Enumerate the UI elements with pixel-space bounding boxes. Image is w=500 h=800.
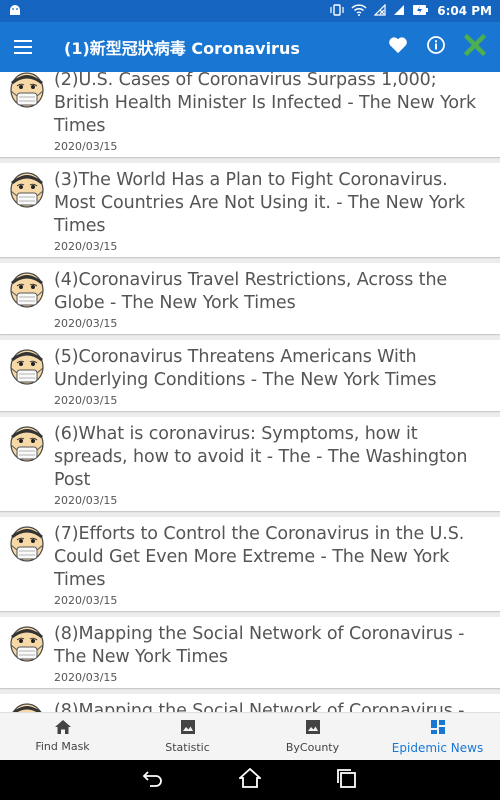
- dashboard-icon: [430, 719, 446, 738]
- info-icon[interactable]: [426, 35, 446, 59]
- news-list[interactable]: (2)U.S. Cases of Coronavirus Surpass 1,0…: [0, 72, 500, 712]
- system-navigation-bar: [0, 760, 500, 800]
- masked-face-icon: [0, 169, 54, 253]
- menu-icon[interactable]: [14, 32, 44, 62]
- news-title[interactable]: (4)Coronavirus Travel Restrictions, Acro…: [54, 269, 492, 315]
- android-icon: [8, 4, 22, 19]
- news-date: 2020/03/15: [54, 394, 118, 407]
- news-item[interactable]: (4)Coronavirus Travel Restrictions, Acro…: [0, 263, 500, 334]
- news-title[interactable]: (8)Mapping the Social Network of Coronav…: [54, 700, 492, 712]
- image-icon: [180, 719, 196, 738]
- news-title[interactable]: (3)The World Has a Plan to Fight Coronav…: [54, 169, 492, 238]
- news-item[interactable]: (5)Coronavirus Threatens Americans With …: [0, 340, 500, 411]
- battery-charging-icon: [412, 4, 429, 19]
- news-title[interactable]: (5)Coronavirus Threatens Americans With …: [54, 346, 492, 392]
- image-icon: [305, 719, 321, 738]
- news-item[interactable]: (2)U.S. Cases of Coronavirus Surpass 1,0…: [0, 72, 500, 157]
- masked-face-icon: [0, 623, 54, 684]
- masked-face-icon: [0, 423, 54, 507]
- vibrate-icon: [330, 3, 344, 19]
- nav-bycounty[interactable]: ByCounty: [250, 713, 375, 760]
- masked-face-icon: [0, 523, 54, 607]
- heart-icon[interactable]: [388, 36, 408, 58]
- masked-face-icon: [0, 72, 54, 153]
- nav-label: ByCounty: [285, 741, 340, 754]
- back-icon[interactable]: [142, 769, 164, 791]
- masked-face-icon: [0, 700, 54, 712]
- news-item[interactable]: (8)Mapping the Social Network of Coronav…: [0, 694, 500, 712]
- page-title: (1)新型冠狀病毒 Coronavirus: [64, 39, 300, 58]
- news-title[interactable]: (6)What is coronavirus: Symptoms, how it…: [54, 423, 492, 492]
- nav-label: Epidemic News: [391, 740, 484, 755]
- news-date: 2020/03/15: [54, 594, 118, 607]
- news-title[interactable]: (8)Mapping the Social Network of Coronav…: [54, 623, 492, 669]
- home-icon: [54, 720, 71, 737]
- nav-label: Statistic: [165, 741, 210, 754]
- news-date: 2020/03/15: [54, 140, 118, 153]
- signal-off-icon: [373, 3, 386, 19]
- wifi-icon: [351, 3, 367, 19]
- news-date: 2020/03/15: [54, 240, 118, 253]
- recent-apps-icon[interactable]: [336, 768, 358, 792]
- nav-epidemic-news[interactable]: Epidemic News: [375, 713, 500, 760]
- nav-label: Find Mask: [35, 740, 90, 753]
- news-title[interactable]: (2)U.S. Cases of Coronavirus Surpass 1,0…: [54, 72, 492, 138]
- nav-statistic[interactable]: Statistic: [125, 713, 250, 760]
- masked-face-icon: [0, 269, 54, 330]
- app-bar: (1)新型冠狀病毒 Coronavirus: [0, 22, 500, 72]
- signal-icon: [393, 4, 405, 19]
- news-date: 2020/03/15: [54, 671, 118, 684]
- news-date: 2020/03/15: [54, 494, 118, 507]
- clock: 6:04 PM: [437, 4, 492, 18]
- news-date: 2020/03/15: [54, 317, 118, 330]
- bottom-navigation: Find Mask Statistic ByCounty Epidemic Ne…: [0, 712, 500, 760]
- news-item[interactable]: (3)The World Has a Plan to Fight Coronav…: [0, 163, 500, 257]
- news-item[interactable]: (6)What is coronavirus: Symptoms, how it…: [0, 417, 500, 511]
- news-item[interactable]: (8)Mapping the Social Network of Coronav…: [0, 617, 500, 688]
- news-item[interactable]: (7)Efforts to Control the Coronavirus in…: [0, 517, 500, 611]
- close-icon[interactable]: [463, 33, 487, 60]
- nav-find-mask[interactable]: Find Mask: [0, 713, 125, 760]
- masked-face-icon: [0, 346, 54, 407]
- home-button-icon[interactable]: [237, 767, 263, 792]
- status-bar: 6:04 PM: [0, 0, 500, 22]
- news-title[interactable]: (7)Efforts to Control the Coronavirus in…: [54, 523, 492, 592]
